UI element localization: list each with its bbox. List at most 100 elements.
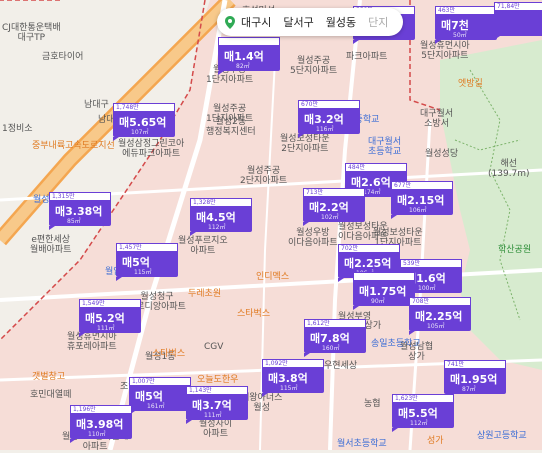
- apartment-price-marker[interactable]: 713만 매2.2억 102㎡: [303, 188, 365, 226]
- marker-body: 매5.5억 112㎡: [392, 402, 454, 432]
- map-label: CGV: [204, 342, 224, 352]
- marker-body: 매2.15억 106㎡: [391, 189, 453, 219]
- apartment-price-marker[interactable]: 71,84만: [494, 2, 542, 40]
- marker-area: 111㎡: [97, 325, 115, 332]
- marker-unit-price: 677만: [391, 181, 453, 189]
- marker-unit-price: 1,457만: [116, 243, 178, 251]
- marker-area: 100㎡: [418, 285, 436, 292]
- apartment-price-marker[interactable]: 463만 매7천 50㎡: [435, 6, 497, 44]
- map-label: 금호타이어: [42, 52, 84, 62]
- map-label: 1정비소: [2, 124, 33, 134]
- map-label: 파크아파트: [346, 52, 388, 62]
- marker-body: 매2.25억 105㎡: [409, 305, 471, 335]
- region-filter-bar[interactable]: 대구시 달서구 월성동 단지: [217, 8, 403, 36]
- marker-pointer: [353, 40, 359, 44]
- map-label: 해선 (139.7m): [488, 159, 530, 179]
- type-select[interactable]: 단지: [362, 14, 394, 30]
- map-label: 엣방길: [458, 79, 483, 89]
- city-select[interactable]: 대구시: [235, 14, 277, 30]
- marker-area: 111㎡: [204, 412, 222, 419]
- apartment-price-marker[interactable]: 677만 매2.15억 106㎡: [391, 181, 453, 219]
- marker-body: 매1.75억 90㎡: [353, 280, 415, 310]
- marker-pointer: [338, 278, 344, 282]
- marker-unit-price: 713만: [303, 188, 365, 196]
- marker-unit-price: 1,315만: [49, 192, 111, 200]
- marker-body: 매7천 50㎡: [435, 14, 497, 44]
- map-label: 스타벅스: [152, 349, 186, 359]
- marker-pointer: [70, 439, 76, 443]
- map-label: 월성남협 상가: [400, 342, 434, 362]
- apartment-price-marker[interactable]: 1,196만 매3.98억 110㎡: [70, 405, 132, 443]
- marker-body: 매5억 161㎡: [129, 385, 191, 415]
- map-label: 호민대열떼: [30, 390, 72, 400]
- map-label: 월성보성타운 2단지아파트: [280, 134, 330, 154]
- marker-body: 매3.38억 85㎡: [49, 200, 111, 230]
- map-label: 월성자이 아파트: [199, 419, 233, 439]
- marker-unit-price: 670만: [298, 100, 360, 108]
- marker-unit-price: 1,007만: [129, 377, 191, 385]
- apartment-price-marker[interactable]: 1,612만 매7.8억 160㎡: [304, 319, 366, 357]
- map-label: 월성주공 1단지아파트: [206, 104, 254, 124]
- apartment-price-marker[interactable]: 1,092만 매3.8억 115㎡: [262, 359, 324, 397]
- dong-select[interactable]: 월성동: [320, 14, 362, 30]
- marker-pointer: [190, 232, 196, 236]
- apartment-price-marker[interactable]: 1,748만 매5.65억 107㎡: [113, 103, 175, 141]
- marker-pointer: [409, 331, 415, 335]
- marker-pointer: [218, 71, 224, 75]
- map-label: 오늘도한우: [197, 375, 239, 385]
- marker-body: 매4.5억 112㎡: [190, 206, 252, 236]
- marker-pointer: [116, 277, 122, 281]
- marker-unit-price: [218, 37, 280, 45]
- marker-area: 102㎡: [321, 214, 339, 221]
- marker-pointer: [186, 420, 192, 424]
- marker-unit-price: 1,092만: [262, 359, 324, 367]
- apartment-price-marker[interactable]: 1,623만 매5.5억 112㎡: [392, 394, 454, 432]
- marker-area: 87㎡: [462, 386, 476, 393]
- marker-body: [494, 10, 542, 40]
- apartment-price-marker[interactable]: 매1.75억 90㎡: [353, 272, 415, 310]
- apartment-price-marker[interactable]: 1,315만 매3.38억 85㎡: [49, 192, 111, 230]
- apartment-price-marker[interactable]: 매1.4억 82㎡: [218, 37, 280, 75]
- apartment-price-marker[interactable]: 1,143만 매3.7억 111㎡: [186, 386, 248, 424]
- map-label: 중부내륙고속도로지선: [32, 141, 115, 151]
- marker-area: 106㎡: [409, 207, 427, 214]
- marker-area: 110㎡: [88, 431, 106, 438]
- marker-unit-price: 1,612만: [304, 319, 366, 327]
- map-label: 인디멕스: [256, 272, 290, 282]
- marker-pointer: [353, 306, 359, 310]
- marker-area: 50㎡: [453, 32, 467, 39]
- marker-body: 매3.8억 115㎡: [262, 367, 324, 397]
- map-label: CJ대한통운택배 대구TP: [2, 23, 61, 43]
- district-select[interactable]: 달서구: [277, 14, 319, 30]
- apartment-price-marker[interactable]: 1,007만 매5억 161㎡: [129, 377, 191, 415]
- marker-area: 160㎡: [322, 345, 340, 352]
- marker-area: 90㎡: [371, 298, 385, 305]
- marker-body: 매5억 115㎡: [116, 251, 178, 281]
- marker-pointer: [303, 222, 309, 226]
- map-label: 농협: [364, 399, 381, 409]
- marker-pointer: [304, 353, 310, 357]
- apartment-price-marker[interactable]: 1,549만 매5.2억 111㎡: [79, 299, 141, 337]
- marker-pointer: [298, 134, 304, 138]
- apartment-price-marker[interactable]: 670만 매3.2억 116㎡: [298, 100, 360, 138]
- apartment-price-marker[interactable]: 741만 매1.95억 87㎡: [444, 360, 506, 398]
- marker-pointer: [494, 36, 500, 40]
- apartment-price-marker[interactable]: 1,328만 매4.5억 112㎡: [190, 198, 252, 236]
- apartment-price-marker[interactable]: 1,457만 매5억 115㎡: [116, 243, 178, 281]
- marker-unit-price: 741만: [444, 360, 506, 368]
- marker-area: 82㎡: [236, 63, 250, 70]
- map-label: 학산공원: [498, 245, 532, 255]
- marker-area: 174㎡: [363, 189, 381, 196]
- marker-body: 매3.2억 116㎡: [298, 108, 360, 138]
- marker-area: 115㎡: [280, 385, 298, 392]
- marker-unit-price: 702만: [338, 244, 400, 252]
- marker-pointer: [392, 428, 398, 432]
- marker-body: 매5.2억 111㎡: [79, 307, 141, 337]
- map-label: 월성푸르지오 아파트: [178, 236, 228, 256]
- marker-unit-price: 1,748만: [113, 103, 175, 111]
- map-label: 상원고등학교: [477, 431, 527, 441]
- marker-unit-price: 1,623만: [392, 394, 454, 402]
- map-label: 월성성당: [425, 149, 459, 159]
- apartment-price-marker[interactable]: 708만 매2.25억 105㎡: [409, 297, 471, 335]
- marker-body: 매2.2억 102㎡: [303, 196, 365, 226]
